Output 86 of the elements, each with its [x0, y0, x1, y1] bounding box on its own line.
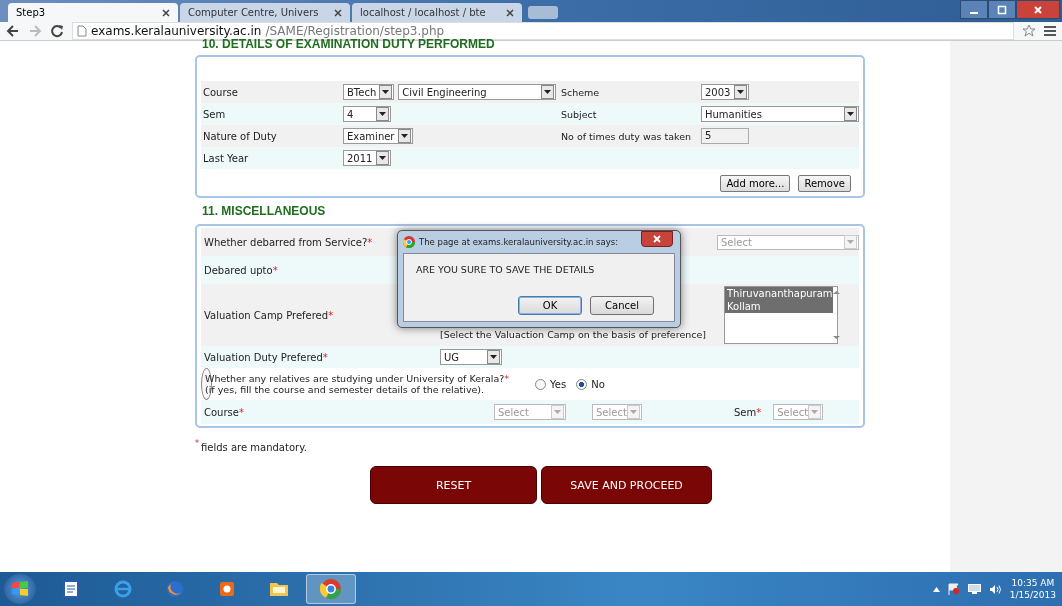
field-label: No of times duty was taken	[561, 130, 693, 142]
minimize-icon	[970, 11, 978, 14]
required-mark: *	[195, 439, 199, 448]
caret-icon	[630, 410, 637, 414]
star-icon[interactable]	[1022, 24, 1036, 38]
caret-icon	[379, 112, 386, 116]
form-button[interactable]: RESET	[370, 466, 537, 504]
browser-tab[interactable]: Step3	[8, 3, 178, 22]
dropdown[interactable]: Civil Engineering	[398, 84, 557, 100]
speaker-icon[interactable]	[988, 583, 1002, 595]
radio-label: Yes	[550, 378, 567, 390]
mandatory-note: fields are mandatory.	[201, 442, 307, 453]
network-icon[interactable]	[967, 583, 981, 595]
field-label: Course*	[204, 406, 244, 418]
caret-icon	[737, 90, 744, 94]
caret-icon	[554, 410, 561, 414]
maximize-button[interactable]	[988, 0, 1016, 19]
dialog-button[interactable]: OK	[518, 296, 582, 315]
caret-icon	[379, 156, 386, 160]
dialog-title: The page at exams.keralauniversity.ac.in says:	[419, 237, 619, 247]
hint-text: [Select the Valuaction Camp on the basis of preference]	[440, 329, 707, 340]
field-label: Valuation Camp Prefered*	[204, 309, 334, 321]
caret-icon	[847, 112, 854, 116]
list-option[interactable]: Thiruvananthapuram	[725, 287, 833, 300]
close-icon	[653, 235, 661, 243]
start-button[interactable]	[4, 574, 36, 604]
close-button[interactable]	[641, 231, 673, 247]
dropdown[interactable]: 2011	[343, 150, 391, 166]
section-heading: 11. MISCELLANEOUS	[202, 204, 327, 218]
caret-icon	[400, 134, 408, 138]
list-option[interactable]: Kollam	[725, 300, 833, 313]
caret-icon	[382, 90, 390, 94]
field-label: Subject	[561, 108, 598, 120]
flag-icon[interactable]	[947, 583, 960, 595]
reload-icon[interactable]	[50, 24, 64, 38]
field-label: Sem	[202, 108, 227, 120]
caret-icon	[544, 90, 552, 94]
browser-tab[interactable]: Computer Centre, Univers	[180, 3, 350, 22]
camp-listbox[interactable]: Thiruvananthapuram Kollam	[724, 286, 838, 344]
up-arrow-icon[interactable]	[832, 290, 840, 295]
close-icon[interactable]	[334, 8, 342, 17]
menu-icon[interactable]	[1044, 25, 1056, 37]
radio-button[interactable]	[535, 378, 546, 390]
maximize-icon	[997, 4, 1007, 15]
page-icon	[77, 25, 87, 37]
field-label: Valuation Duty Prefered*	[204, 351, 328, 363]
radio-button[interactable]	[576, 378, 588, 390]
back-icon[interactable]	[6, 24, 20, 38]
down-arrow-icon[interactable]	[832, 335, 840, 340]
minimize-button[interactable]	[960, 0, 988, 19]
dropdown[interactable]: BTech	[343, 84, 395, 100]
field-label: Whether any relatives are studying under University of Kerala?*	[205, 373, 510, 384]
dropdown[interactable]: UG	[440, 349, 502, 365]
field-label: Nature of Duty	[202, 130, 278, 142]
form-button[interactable]: SAVE AND PROCEED	[541, 466, 712, 504]
field-label: Course	[202, 86, 239, 98]
dropdown[interactable]: 4	[343, 106, 391, 122]
close-icon[interactable]	[162, 8, 170, 17]
dropdown[interactable]: Humanities	[701, 106, 859, 122]
caret-icon	[490, 355, 497, 359]
field-label: Last Year	[202, 152, 250, 164]
dropdown[interactable]: 2003	[701, 84, 749, 100]
dialog-button[interactable]: Cancel	[590, 296, 654, 315]
field-label: Sem*	[734, 406, 762, 418]
field-note: (if yes, fill the course and semester details of the relative).	[205, 384, 485, 395]
dialog-message: ARE YOU SURE TO SAVE THE DETAILS	[416, 264, 596, 275]
form-button[interactable]: Remove	[798, 175, 851, 192]
address-bar[interactable]: exams.keralauniversity.ac.in /SAME/Registration/step3.php	[72, 22, 1014, 40]
field-label: Whether debarred from Service?*	[204, 236, 373, 248]
browser-logo-icon	[403, 236, 415, 248]
section-heading: 10. DETAILS OF EXAMINATION DUTY PERFORMED	[202, 37, 496, 51]
form-button[interactable]: Add more...	[720, 175, 791, 192]
dropdown[interactable]: Examiner	[343, 128, 413, 144]
close-icon	[1033, 4, 1043, 15]
caret-icon	[847, 240, 854, 244]
windows-logo-icon	[10, 579, 30, 599]
close-button[interactable]	[1016, 0, 1060, 19]
field-label: Debared upto*	[204, 264, 278, 276]
browser-tab[interactable]: localhost / localhost / bte	[352, 3, 522, 22]
radio-label: No	[591, 378, 605, 390]
field-label: Scheme	[561, 86, 601, 98]
clock[interactable]: 10:35 AM 1/15/2013	[1009, 577, 1056, 601]
close-icon[interactable]	[506, 8, 514, 17]
input-field[interactable]: 5	[701, 128, 749, 144]
caret-icon	[811, 410, 819, 414]
caret-icon[interactable]	[932, 586, 940, 592]
